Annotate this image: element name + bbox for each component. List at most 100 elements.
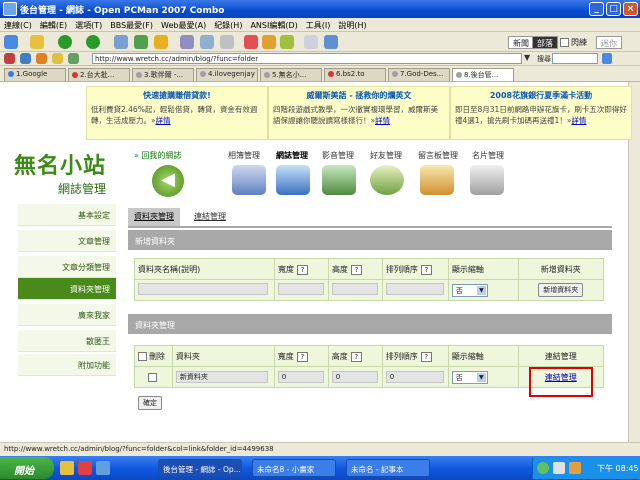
tray-network-icon[interactable] [537,462,549,474]
album-icon[interactable] [232,165,266,195]
folder-name-input[interactable] [138,283,268,295]
browser-tab-3[interactable]: 3.歌伴爾 -... [132,68,194,81]
home-icon[interactable] [4,53,15,64]
menu-ansi-edit[interactable]: ANSI編輯(D) [246,18,301,33]
height-input[interactable] [331,283,378,295]
sidebar-item-articles[interactable]: 文章管理 [18,230,116,252]
nav-blog[interactable]: 網誌管理 [276,150,308,161]
nav-card[interactable]: 名片管理 [472,150,504,161]
font-icon[interactable] [220,35,234,49]
bookmark-icon[interactable] [20,53,31,64]
tray-app-icon[interactable] [569,462,581,474]
select-all-checkbox[interactable] [138,351,147,361]
stop-icon[interactable] [244,35,258,49]
nav-friends[interactable]: 好友管理 [370,150,402,161]
browser-tab-8[interactable]: 8.後台管... [452,68,514,81]
nav-album[interactable]: 相簿管理 [228,150,260,161]
order-field[interactable]: 0 [385,371,444,383]
back-arrow-icon[interactable]: ◀ [152,165,184,197]
ad-banner-english[interactable]: 威爾斯美語 - 拯救你的爛英文 四階段遊戲式教學，一次徹實複環學習，威爾斯美語保… [268,86,450,140]
refresh-icon[interactable] [262,35,276,49]
sidebar-item-addons[interactable]: 附加功能 [18,354,116,376]
menu-bbs-favorites[interactable]: BBS最愛(F) [106,18,157,33]
help-icon[interactable]: ? [420,351,432,362]
ad-more-link[interactable]: 詳情 [156,116,171,125]
menu-history[interactable]: 紀錄(H) [210,18,246,33]
mini-toggle[interactable]: 迷你 [596,36,622,49]
forward-icon[interactable] [86,35,100,49]
quicklaunch-browser-icon[interactable] [78,461,92,475]
edit-icon[interactable] [304,35,318,49]
site-logo[interactable]: 無名小站 [14,148,124,180]
sidebar-item-spam[interactable]: 散匿王 [18,330,116,352]
blog-toggle[interactable]: 部落 [532,36,558,49]
search-input[interactable] [552,53,598,64]
thumb-select[interactable]: 否 ▼ [451,283,488,297]
help-icon[interactable]: ? [296,351,308,362]
delete-checkbox[interactable] [147,372,157,382]
paste-icon[interactable] [200,35,214,49]
back-icon[interactable] [58,35,72,49]
video-icon[interactable] [322,165,356,195]
minimize-button[interactable]: _ [589,2,604,16]
settings-icon[interactable] [280,35,294,49]
quicklaunch-desktop-icon[interactable] [96,461,110,475]
tab-link-management[interactable]: 連結管理 [188,208,232,226]
confirm-button[interactable]: 確定 [138,396,162,410]
ad-more-link[interactable]: 詳情 [375,116,390,125]
nav-guestbook[interactable]: 留言板管理 [418,150,458,161]
google-icon[interactable] [602,53,612,64]
address-input[interactable]: http://www.wretch.cc/admin/blog/?func=fo… [92,53,522,64]
guestbook-icon[interactable] [420,165,454,195]
thumb-select[interactable]: 否 ▼ [451,370,488,384]
ad-more-link[interactable]: 詳情 [571,116,586,125]
open-icon[interactable] [30,35,44,49]
help-icon[interactable]: ? [350,264,362,275]
back-to-blog-link[interactable]: » 回我的網誌 [134,150,181,161]
sidebar-item-visitors[interactable]: 廣來我家 [18,304,116,326]
globe-icon[interactable] [68,53,79,64]
go-arrow-icon[interactable]: ▼ [524,53,530,62]
browser-tab-4[interactable]: 4.ilovegenjay [196,68,258,81]
new-connection-icon[interactable] [4,35,18,49]
menu-help[interactable]: 說明(H) [334,18,370,33]
close-button[interactable]: × [623,2,638,16]
tab-folder-management[interactable]: 資料夾管理 [128,208,180,226]
menu-web-favorites[interactable]: Web最愛(A) [157,18,210,33]
ad-banner-citibank[interactable]: 2008花旗銀行夏季滿卡活動 即日至8月31日前網路申辦花旗卡，刷卡五次即得好禮… [450,86,632,140]
browser-tab-6[interactable]: 6.bs2.to [324,68,386,81]
quicklaunch-folder-icon[interactable] [60,461,74,475]
start-button[interactable]: 開始 [0,457,54,479]
search-icon[interactable] [114,35,128,49]
help-icon[interactable]: ? [420,264,432,275]
connect-icon[interactable] [134,35,148,49]
menu-tools[interactable]: 工具(I) [302,18,335,33]
sidebar-item-categories[interactable]: 文章分類管理 [18,256,116,278]
browser-tab-1[interactable]: 1.Google [4,68,66,81]
blog-icon[interactable] [276,165,310,195]
browser-tab-2[interactable]: 2.台大批... [68,68,130,81]
nav-video[interactable]: 影音管理 [322,150,354,161]
copy-icon[interactable] [180,35,194,49]
width-input[interactable] [277,283,324,295]
flash-toggle[interactable]: 閃練 [556,36,591,49]
sidebar-item-folders[interactable]: 資料夾管理 [18,278,116,300]
height-field[interactable]: 0 [331,371,378,383]
ad-banner-loan[interactable]: 快速搶購賺借貸款! 低利費貸2.46%起，輕鬆借貸，轉貸，資金有效週轉，生活成壓… [86,86,268,140]
friends-icon[interactable] [370,165,404,195]
menu-connect[interactable]: 連線(C) [0,18,36,33]
maximize-button[interactable]: □ [606,2,621,16]
width-field[interactable]: 0 [277,371,324,383]
help-icon[interactable]: ? [296,264,308,275]
menu-edit[interactable]: 編輯(E) [36,18,71,33]
tray-volume-icon[interactable] [553,462,565,474]
order-input[interactable] [385,283,444,295]
favorite-icon[interactable] [154,35,168,49]
help-icon[interactable] [324,35,338,49]
help-icon[interactable]: ? [350,351,362,362]
card-icon[interactable] [470,165,504,195]
sidebar-item-basic[interactable]: 基本設定 [18,204,116,226]
taskbar-item-browser[interactable]: 後台管理 - 網誌 - Op... [158,459,242,477]
rss-icon[interactable] [36,53,47,64]
browser-tab-5[interactable]: 5.無名小... [260,68,322,81]
